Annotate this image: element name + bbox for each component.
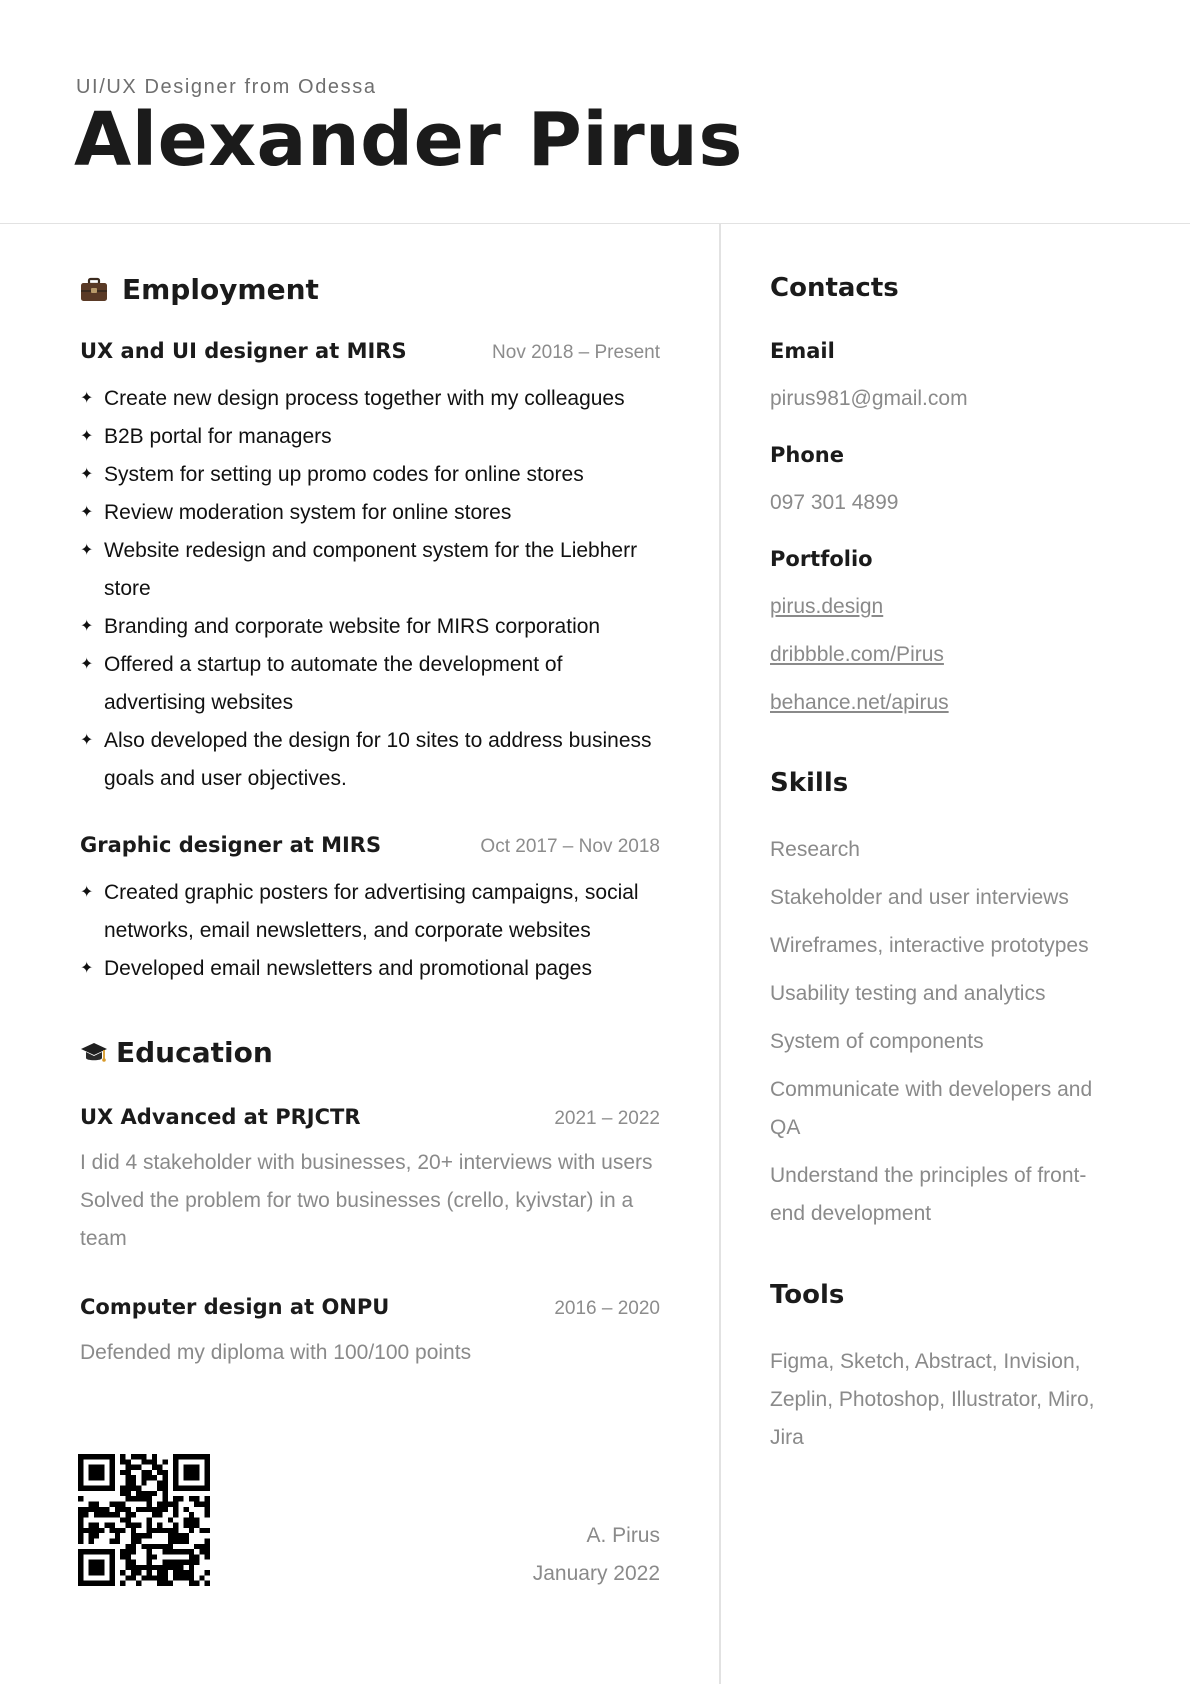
education-title-item: UX Advanced at PRJCTR xyxy=(80,1105,361,1129)
job-bullets: ✦ Create new design process together with… xyxy=(80,380,660,798)
skills-heading: Skills xyxy=(770,768,849,798)
list-item: ✦ Also developed the design for 10 sites … xyxy=(80,722,660,798)
employment-heading: Employment xyxy=(80,273,319,306)
skill-item: Research xyxy=(770,838,860,861)
education-heading: Education xyxy=(80,1036,273,1069)
behance-link[interactable]: behance.net/apirus xyxy=(770,691,949,715)
portfolio-label: Portfolio xyxy=(770,547,873,571)
phone-label: Phone xyxy=(770,443,844,467)
job-title: UX and UI designer at MIRS xyxy=(80,339,407,363)
email-value[interactable]: pirus981@gmail.com xyxy=(770,380,1110,418)
qr-code xyxy=(78,1454,210,1586)
education-description: Defended my diploma with 100/100 points xyxy=(80,1341,472,1364)
email-label: Email xyxy=(770,339,835,363)
education-title-item: Computer design at ONPU xyxy=(80,1295,390,1319)
signature-date: January 2022 xyxy=(532,1562,660,1585)
star-icon: ✦ xyxy=(80,428,94,445)
job-date: Nov 2018 – Present xyxy=(492,342,660,363)
resume-header: UI/UX Designer from Odessa Alexander Pir… xyxy=(0,0,1190,224)
tools-list: Figma, Sketch, Abstract, Invision, Zepli… xyxy=(770,1350,1095,1449)
contacts-heading: Contacts xyxy=(770,273,899,303)
job-title: Graphic designer at MIRS xyxy=(80,833,382,857)
job-date: Oct 2017 – Nov 2018 xyxy=(480,836,660,857)
phone-value[interactable]: 097 301 4899 xyxy=(770,484,1110,522)
star-icon: ✦ xyxy=(80,656,94,673)
skill-item: Communicate with developers and QA xyxy=(770,1078,1093,1139)
list-item: ✦ System for setting up promo codes for o… xyxy=(80,456,660,494)
star-icon: ✦ xyxy=(80,504,94,521)
person-name: Alexander Pirus xyxy=(74,97,743,183)
star-icon: ✦ xyxy=(80,732,94,749)
star-icon: ✦ xyxy=(80,618,94,635)
education-description: I did 4 stakeholder with businesses, 20+… xyxy=(80,1151,653,1250)
signature-name: A. Pirus xyxy=(586,1524,660,1547)
portfolio-link[interactable]: pirus.design xyxy=(770,595,883,619)
graduation-cap-icon xyxy=(80,1039,108,1067)
star-icon: ✦ xyxy=(80,542,94,559)
education-date: 2021 – 2022 xyxy=(554,1108,660,1129)
skill-item: Stakeholder and user interviews xyxy=(770,886,1069,909)
skill-item: System of components xyxy=(770,1030,984,1053)
list-item: ✦ Review moderation system for online sto… xyxy=(80,494,660,532)
education-date: 2016 – 2020 xyxy=(554,1298,660,1319)
skill-item: Usability testing and analytics xyxy=(770,982,1046,1005)
list-item: ✦ Website redesign and component system f… xyxy=(80,532,660,608)
briefcase-icon xyxy=(80,276,108,304)
column-divider xyxy=(719,223,721,1684)
tools-heading: Tools xyxy=(770,1280,845,1310)
list-item: ✦ Offered a startup to automate the devel… xyxy=(80,646,660,722)
star-icon: ✦ xyxy=(80,960,94,977)
list-item: ✦ Branding and corporate website for MIRS… xyxy=(80,608,660,646)
employment-title: Employment xyxy=(122,273,319,306)
dribbble-link[interactable]: dribbble.com/Pirus xyxy=(770,643,944,667)
education-title: Education xyxy=(116,1036,273,1069)
star-icon: ✦ xyxy=(80,884,94,901)
skill-item: Understand the principles of front-end d… xyxy=(770,1164,1087,1225)
list-item: ✦ Created graphic posters for advertising… xyxy=(80,874,660,950)
list-item: ✦ Create new design process together with… xyxy=(80,380,660,418)
job-bullets: ✦ Created graphic posters for advertising… xyxy=(80,874,660,988)
list-item: ✦ B2B portal for managers xyxy=(80,418,660,456)
skill-item: Wireframes, interactive prototypes xyxy=(770,934,1089,957)
star-icon: ✦ xyxy=(80,390,94,407)
list-item: ✦ Developed email newsletters and promoti… xyxy=(80,950,660,988)
star-icon: ✦ xyxy=(80,466,94,483)
